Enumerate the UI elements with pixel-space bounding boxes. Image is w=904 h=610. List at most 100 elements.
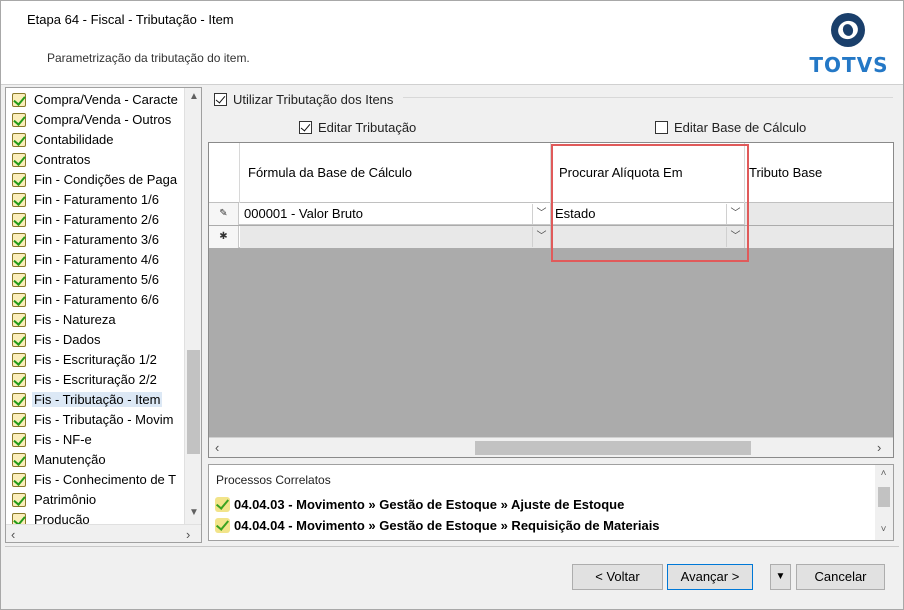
scroll-up-icon[interactable]: ˄ — [879, 469, 888, 479]
tree-item-label: Fis - Conhecimento de T — [34, 472, 177, 487]
tree-item[interactable]: Fin - Faturamento 5/6 — [10, 270, 185, 290]
chevron-down-icon[interactable]: ﹀ — [726, 204, 744, 224]
column-header-tributo[interactable]: Tributo Base — [745, 143, 893, 203]
tree-vertical-scrollbar[interactable]: ▲ ▼ — [184, 88, 201, 524]
tree-item[interactable]: Fis - Tributação - Item — [10, 390, 185, 410]
tree-item[interactable]: Fin - Faturamento 6/6 — [10, 290, 185, 310]
use-item-taxation-checkbox[interactable]: Utilizar Tributação dos Itens — [214, 92, 393, 107]
tree-item[interactable]: Patrimônio — [10, 490, 185, 510]
tree-item[interactable]: Fis - Conhecimento de T — [10, 470, 185, 490]
step-done-icon — [12, 433, 26, 447]
step-done-icon — [12, 173, 26, 187]
scroll-down-icon[interactable]: ˅ — [879, 525, 888, 535]
step-done-icon — [12, 293, 26, 307]
grid-header: Fórmula da Base de Cálculo Procurar Alíq… — [209, 143, 893, 203]
step-done-icon — [12, 153, 26, 167]
tree-item-label: Fis - Natureza — [34, 312, 116, 327]
tree-item-label: Fin - Faturamento 2/6 — [34, 212, 159, 227]
back-button[interactable]: < Voltar — [572, 564, 663, 590]
step-done-icon — [12, 253, 26, 267]
step-done-icon — [12, 493, 26, 507]
checkbox-box[interactable] — [299, 121, 312, 134]
tree-item[interactable]: Fis - Escrituração 2/2 — [10, 370, 185, 390]
step-done-icon — [12, 193, 26, 207]
totvs-logo-text: TOTVS — [809, 53, 889, 77]
footer-divider — [5, 546, 899, 547]
step-done-icon — [12, 273, 26, 287]
step-done-icon — [12, 133, 26, 147]
tributo-cell[interactable] — [745, 226, 893, 248]
tree-item[interactable]: Fin - Faturamento 2/6 — [10, 210, 185, 230]
totvs-logo: TOTVS — [809, 13, 889, 77]
aliquota-cell[interactable]: Estado ﹀ — [551, 203, 745, 225]
tree-item-label: Fis - Tributação - Movim — [34, 412, 174, 427]
row-edit-marker: ✎ — [209, 203, 239, 225]
tree-item[interactable]: Compra/Venda - Outros — [10, 110, 185, 130]
scroll-down-icon[interactable]: ▼ — [189, 508, 199, 518]
tree-item[interactable]: Manutenção — [10, 450, 185, 470]
next-button[interactable]: Avançar > — [667, 564, 753, 590]
tree-item[interactable]: Contratos — [10, 150, 185, 170]
related-process-link[interactable]: 04.04.03 - Movimento » Gestão de Estoque… — [215, 497, 624, 512]
step-done-icon — [12, 413, 26, 427]
scroll-left-icon[interactable]: ‹ — [215, 440, 219, 455]
cancel-button[interactable]: Cancelar — [796, 564, 885, 590]
grid-scroll-thumb[interactable] — [475, 441, 751, 455]
tree-item[interactable]: Fis - Dados — [10, 330, 185, 350]
checkbox-box[interactable] — [655, 121, 668, 134]
formula-cell[interactable]: 000001 - Valor Bruto ﹀ — [240, 203, 551, 225]
scroll-up-icon[interactable]: ▲ — [189, 92, 199, 102]
options-dropdown-button[interactable]: ▼ — [770, 564, 791, 590]
steps-tree[interactable]: Compra/Venda - Caracte Compra/Venda - Out… — [5, 87, 202, 543]
chevron-down-icon[interactable]: ﹀ — [726, 227, 744, 247]
tree-item-label: Patrimônio — [34, 492, 97, 507]
edit-calc-base-label: Editar Base de Cálculo — [674, 120, 807, 135]
step-done-icon — [12, 393, 26, 407]
grid-row[interactable]: ✎ 000001 - Valor Bruto ﹀ Estado ﹀ — [209, 203, 893, 225]
tree-horizontal-scrollbar[interactable]: ‹ › — [6, 524, 201, 542]
grid-horizontal-scrollbar[interactable]: ‹ › — [209, 437, 893, 457]
tributo-cell[interactable] — [745, 203, 893, 225]
taxation-grid[interactable]: Fórmula da Base de Cálculo Procurar Alíq… — [208, 142, 894, 458]
chevron-down-icon[interactable]: ﹀ — [532, 227, 550, 247]
tree-item-label: Fin - Faturamento 3/6 — [34, 232, 159, 247]
tree-item[interactable]: Fis - Escrituração 1/2 — [10, 350, 185, 370]
step-done-icon — [12, 313, 26, 327]
wizard-header: Etapa 64 - Fiscal - Tributação - Item Pa… — [1, 1, 903, 85]
process-check-icon — [215, 518, 230, 533]
edit-taxation-checkbox[interactable]: Editar Tributação — [299, 120, 416, 135]
use-item-taxation-label: Utilizar Tributação dos Itens — [233, 92, 394, 107]
tree-item-label: Compra/Venda - Outros — [34, 112, 172, 127]
tree-item-label: Fis - Dados — [34, 332, 101, 347]
column-header-aliquota[interactable]: Procurar Alíquota Em — [551, 143, 745, 203]
tree-item[interactable]: Fin - Faturamento 1/6 — [10, 190, 185, 210]
edit-calc-base-checkbox[interactable]: Editar Base de Cálculo — [655, 120, 806, 135]
checkbox-box[interactable] — [214, 93, 227, 106]
related-vertical-scrollbar[interactable]: ˄ ˅ — [875, 465, 893, 540]
scroll-right-icon[interactable]: › — [877, 440, 881, 455]
formula-cell[interactable]: ﹀ — [240, 226, 551, 248]
totvs-logo-icon — [831, 13, 865, 47]
column-header-formula[interactable]: Fórmula da Base de Cálculo — [240, 143, 551, 203]
tree-item[interactable]: Fin - Faturamento 3/6 — [10, 230, 185, 250]
tree-item-label: Fis - NF-e — [34, 432, 92, 447]
grid-row-new[interactable]: ✱ ﹀ ﹀ — [209, 226, 893, 248]
scroll-left-icon[interactable]: ‹ — [11, 527, 15, 542]
related-process-link[interactable]: 04.04.04 - Movimento » Gestão de Estoque… — [215, 518, 660, 533]
related-scroll-thumb[interactable] — [878, 487, 890, 507]
tree-item[interactable]: Fis - Natureza — [10, 310, 185, 330]
chevron-down-icon[interactable]: ﹀ — [532, 204, 550, 224]
tree-item[interactable]: Compra/Venda - Caracte — [10, 90, 185, 110]
row-new-marker: ✱ — [209, 226, 239, 248]
group-divider — [403, 97, 893, 98]
tree-item[interactable]: Fin - Condições de Paga — [10, 170, 185, 190]
step-done-icon — [12, 333, 26, 347]
tree-item[interactable]: Fis - Tributação - Movim — [10, 410, 185, 430]
tree-item[interactable]: Fin - Faturamento 4/6 — [10, 250, 185, 270]
tree-item[interactable]: Fis - NF-e — [10, 430, 185, 450]
scroll-right-icon[interactable]: › — [186, 527, 190, 542]
tree-item[interactable]: Contabilidade — [10, 130, 185, 150]
tree-scroll-thumb[interactable] — [187, 350, 200, 454]
aliquota-cell[interactable]: ﹀ — [551, 226, 745, 248]
tree-item-label: Fin - Faturamento 5/6 — [34, 272, 159, 287]
